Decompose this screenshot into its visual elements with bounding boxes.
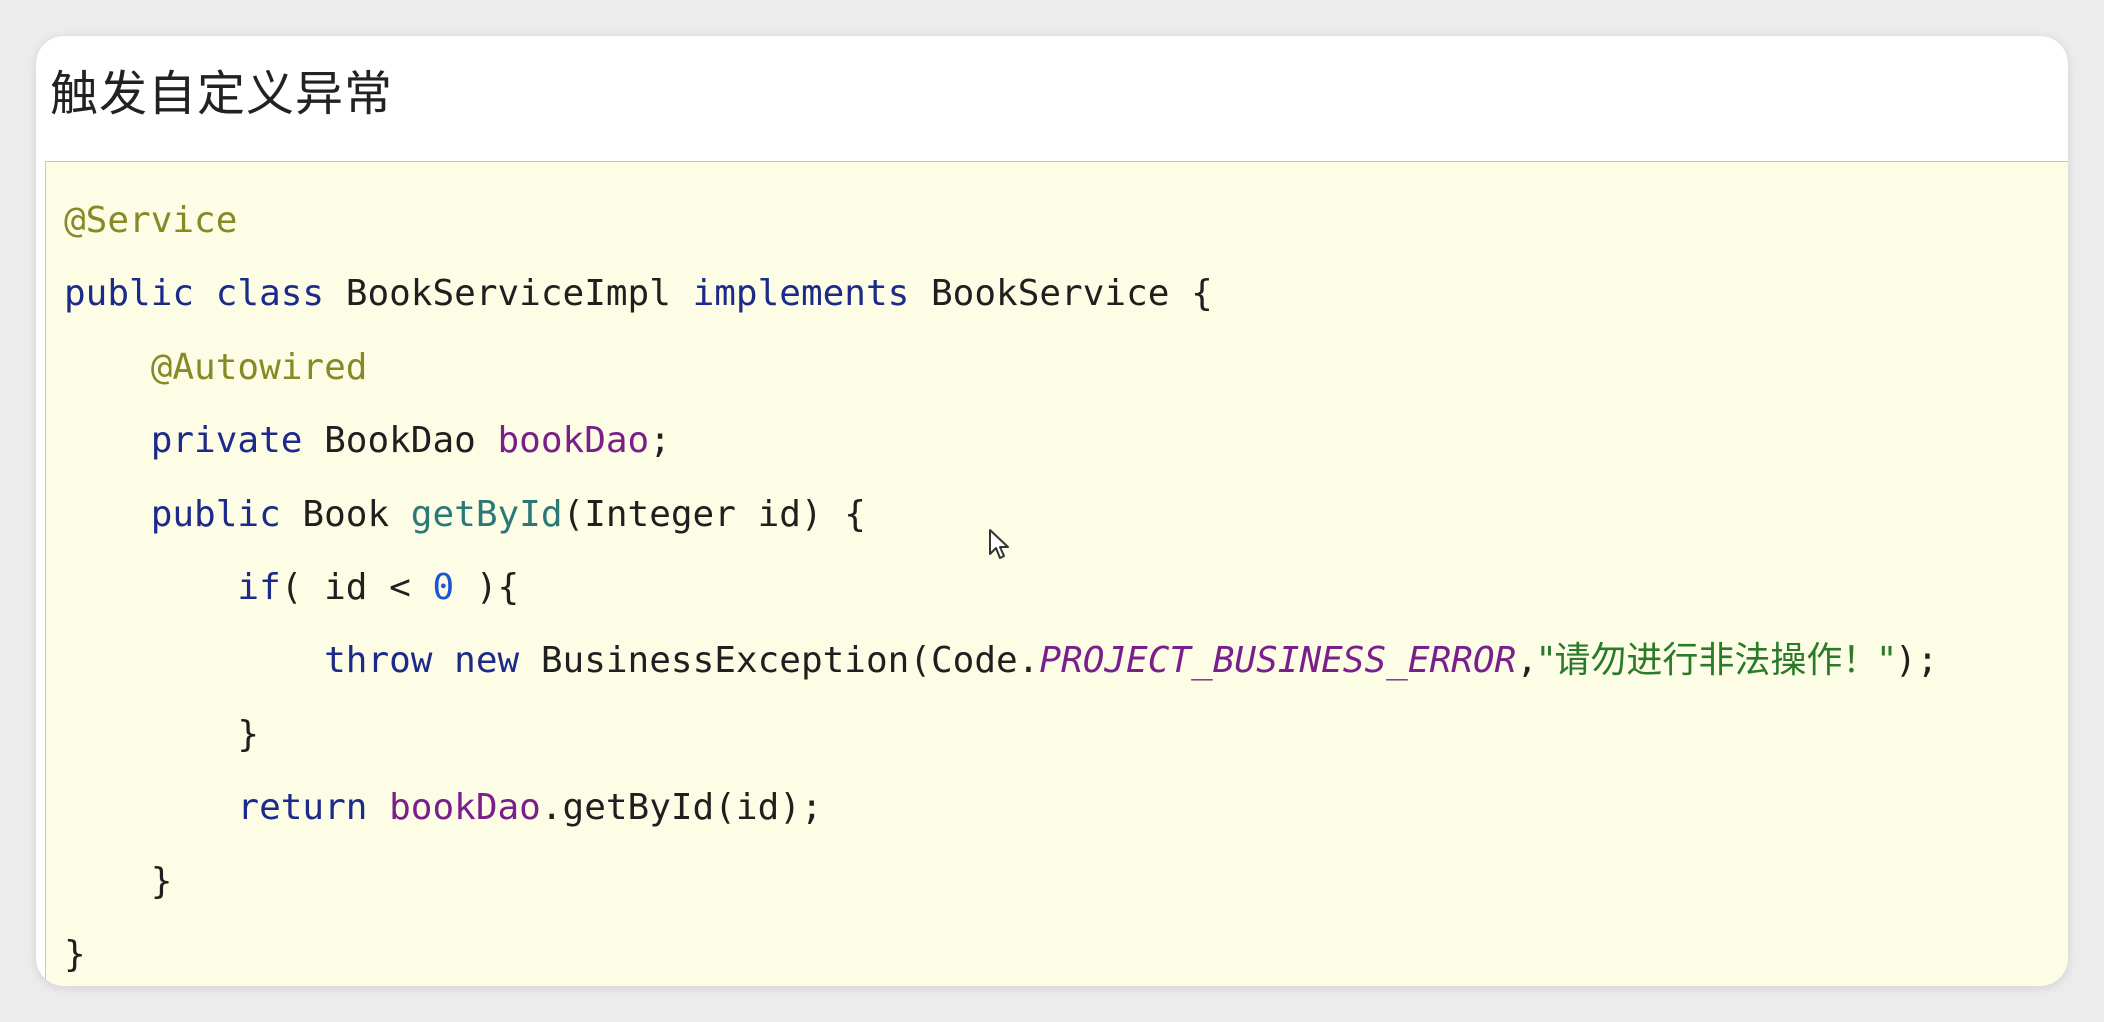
code-token: @Service	[64, 200, 238, 241]
code-token: "请勿进行非法操作！"	[1537, 640, 1895, 682]
code-line: @Service	[64, 184, 1938, 257]
code-token: ){	[454, 566, 520, 608]
code-line: }	[64, 918, 1938, 986]
code-line: }	[64, 698, 1938, 771]
code-content: @Service public class BookServiceImpl imp…	[64, 184, 1938, 986]
code-token: ;	[649, 420, 671, 462]
code-token: bookDao	[497, 420, 650, 462]
code-line: @Autowired	[64, 331, 1938, 404]
code-token: private	[150, 420, 303, 462]
code-line: return bookDao.getById(id);	[64, 771, 1938, 844]
code-token: getById	[410, 493, 563, 535]
code-line: throw new BusinessException(Code.PROJECT…	[64, 624, 1938, 697]
code-token: new	[454, 640, 520, 682]
code-token: ( id <	[280, 566, 433, 608]
code-token: implements	[692, 273, 910, 315]
code-token: BookService {	[909, 273, 1213, 315]
document-card: 触发自定义异常 @Service public class BookService…	[36, 36, 2068, 986]
code-line: private BookDao bookDao;	[64, 404, 1938, 477]
code-token: public	[64, 273, 195, 315]
page-title: 触发自定义异常	[50, 66, 394, 122]
code-token: Book	[280, 493, 411, 535]
code-line: }	[64, 845, 1938, 918]
code-token: 0	[432, 566, 455, 608]
code-token: }	[237, 713, 260, 755]
code-token: BusinessException(Code.	[519, 640, 1040, 682]
code-token: .getById(id);	[540, 787, 823, 829]
code-token: ,	[1516, 640, 1538, 682]
code-token: @Autowired	[150, 346, 368, 388]
code-token: public	[150, 493, 281, 535]
code-token: }	[150, 860, 173, 902]
code-token: (Integer id) {	[562, 493, 866, 535]
code-token: );	[1895, 640, 1939, 682]
code-token: bookDao	[389, 787, 541, 829]
code-token: class	[215, 273, 325, 315]
code-token: throw	[324, 640, 433, 682]
code-block: @Service public class BookServiceImpl imp…	[45, 161, 2068, 986]
code-token: PROJECT_BUSINESS_ERROR	[1039, 640, 1517, 682]
mouse-pointer-icon	[989, 529, 1009, 559]
code-token: BookDao	[302, 420, 498, 462]
code-token: if	[237, 566, 281, 608]
code-line: public class BookServiceImpl implements …	[64, 257, 1938, 330]
code-token: return	[237, 787, 368, 829]
code-token: BookServiceImpl	[324, 273, 693, 315]
code-token: }	[64, 933, 86, 975]
